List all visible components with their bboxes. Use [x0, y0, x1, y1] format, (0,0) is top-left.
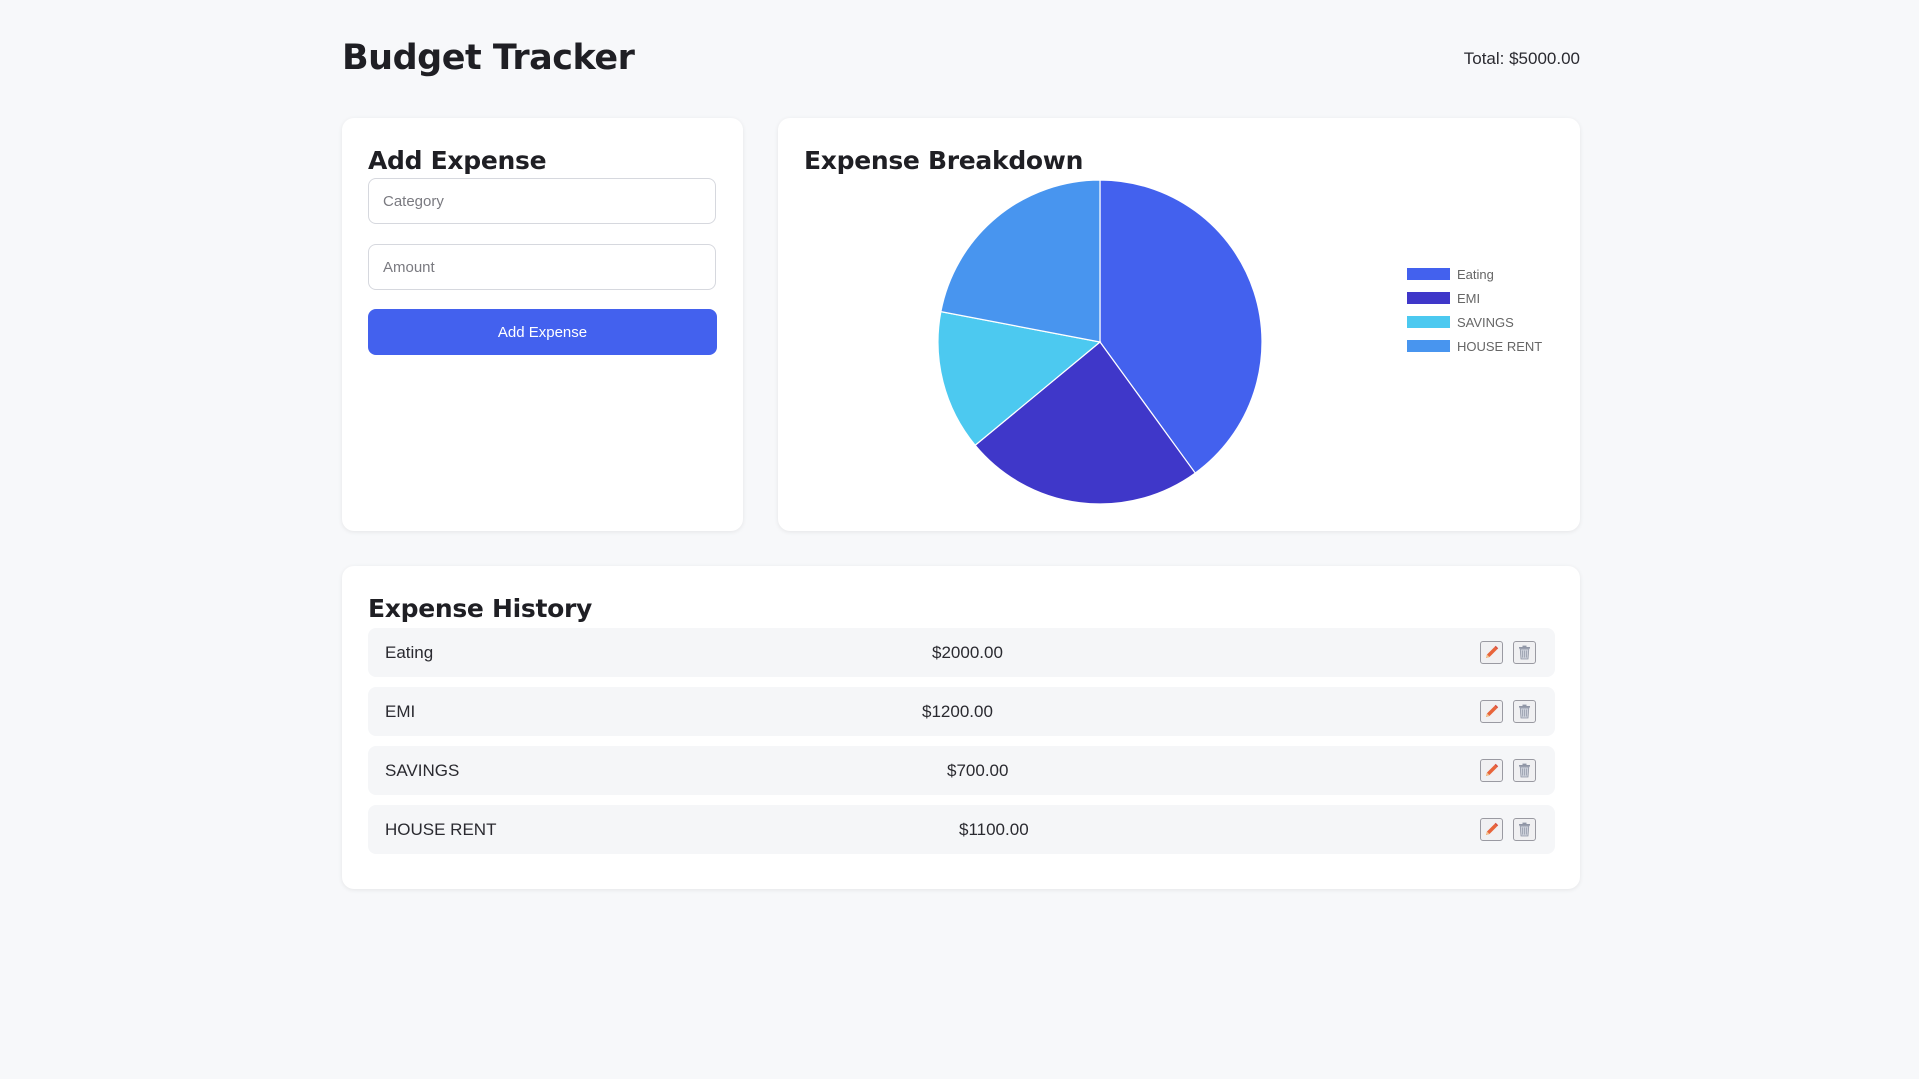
trash-icon — [1519, 645, 1530, 660]
legend-label: EMI — [1457, 291, 1480, 306]
header: Budget Tracker Total: $5000.00 — [342, 36, 1580, 86]
expense-breakdown-card: Expense Breakdown Eating EMI SAVINGS HOUSE … — [778, 118, 1580, 531]
delete-button[interactable] — [1513, 641, 1536, 664]
legend-label: SAVINGS — [1457, 315, 1514, 330]
expense-amount: $1100.00 — [959, 820, 1029, 839]
expense-row: Eating $2000.00 — [368, 628, 1555, 677]
pencil-icon — [1486, 822, 1499, 835]
category-input[interactable] — [368, 178, 716, 224]
delete-button[interactable] — [1513, 700, 1536, 723]
legend-label: Eating — [1457, 267, 1494, 282]
legend-swatch — [1407, 268, 1450, 280]
legend-swatch — [1407, 292, 1450, 304]
delete-button[interactable] — [1513, 818, 1536, 841]
legend-swatch — [1407, 316, 1450, 328]
expense-amount: $700.00 — [947, 761, 1009, 780]
expense-history-title: Expense History — [368, 594, 593, 623]
expense-category: Eating — [385, 643, 434, 662]
trash-icon — [1519, 763, 1530, 778]
expense-row: HOUSE RENT $1100.00 — [368, 805, 1555, 854]
expense-category: EMI — [385, 702, 416, 721]
amount-input[interactable] — [368, 244, 716, 290]
legend-label: HOUSE RENT — [1457, 339, 1542, 354]
edit-button[interactable] — [1480, 759, 1503, 782]
expense-pie-chart: Eating EMI SAVINGS HOUSE RENT — [937, 179, 1542, 505]
expense-amount: $1200.00 — [922, 702, 993, 721]
expense-category: HOUSE RENT — [385, 820, 497, 839]
expense-row: EMI $1200.00 — [368, 687, 1555, 736]
edit-button[interactable] — [1480, 700, 1503, 723]
expense-history-card: Expense History Eating $2000.00 EMI $120… — [342, 566, 1580, 889]
pencil-icon — [1486, 704, 1499, 717]
expense-amount: $2000.00 — [932, 643, 1003, 662]
delete-button[interactable] — [1513, 759, 1536, 782]
total-amount: Total: $5000.00 — [1463, 49, 1580, 68]
pencil-icon — [1486, 645, 1499, 658]
add-expense-title: Add Expense — [368, 146, 547, 175]
trash-icon — [1519, 704, 1530, 719]
expense-category: SAVINGS — [385, 761, 460, 780]
pencil-icon — [1486, 763, 1499, 776]
edit-button[interactable] — [1480, 818, 1503, 841]
trash-icon — [1519, 822, 1530, 837]
add-expense-button[interactable]: Add Expense — [368, 309, 717, 355]
legend-swatch — [1407, 340, 1450, 352]
add-expense-card: Add Expense Add Expense — [342, 118, 743, 531]
edit-button[interactable] — [1480, 641, 1503, 664]
app-title: Budget Tracker — [342, 38, 635, 78]
expense-row: SAVINGS $700.00 — [368, 746, 1555, 795]
